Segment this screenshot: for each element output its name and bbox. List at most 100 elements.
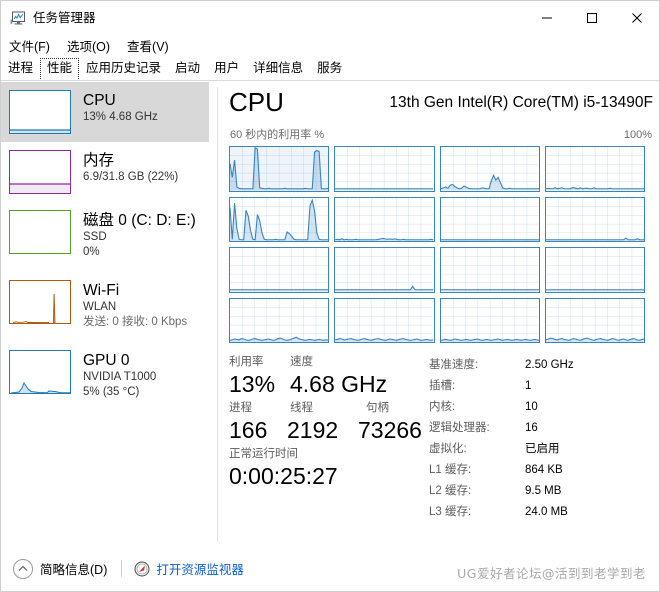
sidebar-item-label-memory: 内存: [83, 152, 115, 169]
cpu-sidebar-text: CPU 13% 4.68 GHz: [83, 90, 158, 125]
maximize-button[interactable]: [569, 1, 614, 34]
sidebar-item-sub-wifi-throughput: 发送: 0 接收: 0 Kbps: [83, 316, 188, 328]
stat-value-threads: 2192: [287, 417, 339, 443]
logical-processor-cell[interactable]: [544, 297, 645, 343]
minimize-button[interactable]: [524, 1, 569, 34]
stat-row-processes-threads-handles: 进程 166 线程 2192 句柄 73266: [229, 401, 429, 447]
stat-label-uptime: 正常运行时间: [229, 448, 298, 460]
stat-label-threads: 线程: [290, 402, 313, 414]
tab-services[interactable]: 服务: [310, 58, 349, 81]
page-title: CPU: [229, 87, 284, 117]
tab-users[interactable]: 用户: [207, 58, 246, 81]
menu-item-view[interactable]: 查看(V): [127, 36, 169, 55]
logical-processor-cell[interactable]: [334, 146, 435, 192]
logical-processor-cell[interactable]: [544, 196, 645, 242]
sidebar-item-memory[interactable]: 内存 6.9/31.8 GB (22%): [1, 142, 209, 202]
kv-value-logical-processors: 16: [525, 422, 538, 434]
resource-monitor-icon: [134, 561, 150, 577]
fewer-details-button[interactable]: 简略信息(D): [13, 558, 108, 579]
sidebar-item-label-gpu-0: GPU 0: [83, 352, 130, 369]
logical-processor-cell[interactable]: [439, 297, 540, 343]
wifi-thumbnail-graph: [9, 280, 71, 324]
kv-value-l3-cache: 24.0 MB: [525, 506, 568, 518]
cpu-stats-right: 基准速度: 2.50 GHz 插槽: 1 内核: 10 逻辑处理器: 16 虚拟…: [429, 357, 653, 525]
kv-key-sockets: 插槽:: [429, 380, 456, 392]
kv-cores: 内核: 10: [429, 399, 653, 420]
kv-key-cores: 内核:: [429, 401, 456, 413]
menu-item-file[interactable]: 文件(F): [9, 36, 50, 55]
menu-item-options[interactable]: 选项(O): [67, 36, 110, 55]
logical-processor-cell[interactable]: [334, 196, 435, 242]
kv-value-l2-cache: 9.5 MB: [525, 485, 562, 497]
tab-details[interactable]: 详细信息: [246, 58, 310, 81]
cpu-panel-header: CPU 13th Gen Intel(R) Core(TM) i5-13490F: [229, 86, 653, 126]
status-bar: 简略信息(D) 打开资源监视器 UG爱好者论坛@活到到老学到老: [1, 546, 659, 591]
sidebar-item-wifi[interactable]: Wi-Fi WLAN 发送: 0 接收: 0 Kbps: [1, 272, 209, 342]
sidebar-item-disk-0[interactable]: 磁盘 0 (C: D: E:) SSD 0%: [1, 202, 209, 272]
cpu-stats-left: 利用率 13% 速度 4.68 GHz 进程 166 线程 2192 句柄 73…: [229, 355, 429, 493]
memory-thumbnail-graph: [9, 150, 71, 194]
graph-caption-right: 100%: [623, 129, 652, 141]
logical-processor-cell[interactable]: [334, 247, 435, 293]
logical-processor-cell[interactable]: [229, 247, 330, 293]
menu-bar: 文件(F) 选项(O) 查看(V): [1, 34, 659, 56]
graph-caption: 60 秒内的利用率 % 100%: [229, 128, 653, 144]
disk-sidebar-text: 磁盘 0 (C: D: E:) SSD 0%: [83, 210, 196, 260]
kv-key-l1-cache: L1 缓存:: [429, 464, 472, 476]
kv-key-logical-processors: 逻辑处理器:: [429, 422, 490, 434]
stat-value-speed: 4.68 GHz: [290, 371, 388, 397]
logical-processor-cell[interactable]: [229, 297, 330, 343]
sidebar-item-label-disk-0: 磁盘 0 (C: D: E:): [83, 212, 196, 229]
cpu-thumbnail-graph: [9, 90, 71, 134]
kv-virtualization: 虚拟化: 已启用: [429, 441, 653, 462]
kv-value-cores: 10: [525, 401, 538, 413]
sidebar-item-cpu[interactable]: CPU 13% 4.68 GHz: [1, 82, 209, 142]
stat-row-utilization-speed: 利用率 13% 速度 4.68 GHz: [229, 355, 429, 401]
tab-startup[interactable]: 启动: [168, 58, 207, 81]
stat-row-uptime: 正常运行时间 0:00:25:27: [229, 447, 429, 493]
logical-processor-cell[interactable]: [439, 146, 540, 192]
logical-processor-grid[interactable]: [229, 146, 645, 343]
window-title: 任务管理器: [33, 10, 96, 25]
kv-l1-cache: L1 缓存: 864 KB: [429, 462, 653, 483]
kv-key-virtualization: 虚拟化:: [429, 443, 467, 455]
logical-processor-cell[interactable]: [439, 196, 540, 242]
kv-l2-cache: L2 缓存: 9.5 MB: [429, 483, 653, 504]
logical-processor-cell[interactable]: [229, 146, 330, 192]
memory-sidebar-text: 内存 6.9/31.8 GB (22%): [83, 150, 178, 185]
task-manager-window: 任务管理器 文件(F) 选项(O) 查看(V) 进程 性能 应用历史记录 启动 …: [0, 0, 660, 592]
stat-label-speed: 速度: [290, 356, 313, 368]
tab-performance[interactable]: 性能: [40, 58, 80, 81]
stat-value-uptime: 0:00:25:27: [229, 463, 338, 489]
window-controls: [524, 1, 659, 34]
sidebar-item-sub-cpu: 13% 4.68 GHz: [83, 111, 158, 123]
open-resource-monitor-link[interactable]: 打开资源监视器: [134, 559, 244, 578]
chevron-up-icon: [13, 558, 33, 579]
fewer-details-label: 简略信息(D): [40, 563, 108, 577]
tab-app-history[interactable]: 应用历史记录: [79, 58, 168, 81]
stat-value-processes: 166: [229, 417, 268, 443]
gpu-thumbnail-graph: [9, 350, 71, 394]
status-separator: [121, 560, 123, 577]
sidebar-item-label-wifi: Wi-Fi: [83, 282, 120, 299]
tab-processes[interactable]: 进程: [1, 58, 40, 81]
kv-value-base-speed: 2.50 GHz: [525, 359, 574, 371]
logical-processor-cell[interactable]: [544, 146, 645, 192]
stat-label-handles: 句柄: [366, 402, 389, 414]
sidebar-item-label-cpu: CPU: [83, 92, 116, 109]
logical-processor-cell[interactable]: [229, 196, 330, 242]
kv-l3-cache: L3 缓存: 24.0 MB: [429, 504, 653, 525]
logical-processor-cell[interactable]: [544, 247, 645, 293]
kv-value-virtualization: 已启用: [525, 443, 560, 455]
close-button[interactable]: [614, 1, 659, 34]
logical-processor-cell[interactable]: [439, 247, 540, 293]
sidebar-item-gpu-0[interactable]: GPU 0 NVIDIA T1000 5% (35 °C): [1, 342, 209, 412]
sidebar-item-sub-memory: 6.9/31.8 GB (22%): [83, 171, 179, 183]
graph-caption-left: 60 秒内的利用率 %: [230, 129, 325, 141]
logical-processor-cell[interactable]: [334, 297, 435, 343]
watermark-text: UG爱好者论坛@活到到老学到老: [457, 566, 646, 581]
tab-bar: 进程 性能 应用历史记录 启动 用户 详细信息 服务: [1, 56, 659, 81]
stat-value-utilization: 13%: [229, 371, 276, 397]
kv-logical-processors: 逻辑处理器: 16: [429, 420, 653, 441]
sidebar-item-sub-disk-type: SSD: [83, 231, 107, 243]
